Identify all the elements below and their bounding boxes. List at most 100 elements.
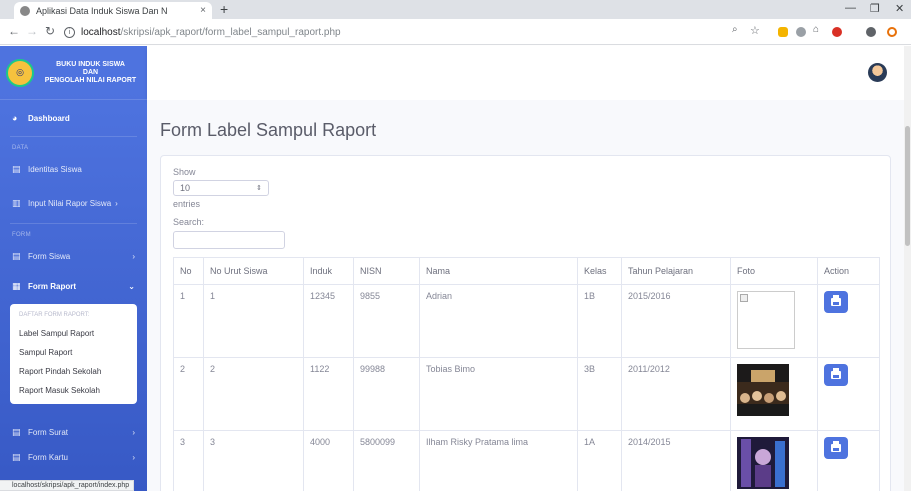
page-scrollbar[interactable] [904,46,911,491]
sidebar-item-form-siswa[interactable]: ▤ Form Siswa › [0,242,147,270]
cell-kelas: 1A [577,430,622,491]
dashboard-icon: ◕ [12,113,18,123]
brand-logo-icon: ◎ [6,58,34,87]
sidebar-heading: FORM [12,232,31,238]
extension-icon[interactable] [796,27,806,37]
entries-select[interactable]: 10 ⇕ [173,180,269,196]
print-button[interactable] [824,364,848,386]
column-header-kelas[interactable]: Kelas [577,257,622,285]
cell-no: 3 [173,430,204,491]
chevron-right-icon: › [132,427,135,437]
table-icon: ▤ [12,163,21,174]
cell-tahun: 2011/2012 [621,357,731,431]
forward-icon[interactable]: → [26,24,38,38]
sidebar-item-form-kartu[interactable]: ▤ Form Kartu › [0,446,147,468]
data-table: No No Urut Siswa Induk NISN Nama Kelas T… [173,257,880,491]
cell-induk: 1122 [303,357,354,431]
cell-kelas: 1B [577,284,622,358]
sidebar-item-label: Form Surat [28,427,69,437]
submenu-item-sampul[interactable]: Sampul Raport [10,343,137,362]
reload-icon[interactable]: ↻ [45,24,55,38]
table-header-row: No No Urut Siswa Induk NISN Nama Kelas T… [173,257,880,285]
site-info-icon[interactable]: i [64,26,75,38]
select-arrows-icon: ⇕ [256,185,262,192]
column-header-nisn[interactable]: NISN [353,257,420,285]
page-title: Form Label Sampul Raport [160,120,377,140]
cell-tahun: 2014/2015 [621,430,731,491]
url-path: /skripsi/apk_raport/form_label_sampul_ra… [120,26,341,38]
extension-icon[interactable] [778,27,788,37]
scrollbar-thumb[interactable] [905,126,910,246]
column-header-no-urut[interactable]: No Urut Siswa [203,257,304,285]
chevron-right-icon: › [132,251,135,261]
sidebar-item-label: Form Kartu [28,452,69,462]
search-label: Search: [173,217,205,227]
cell-induk: 4000 [303,430,354,491]
datatable-controls: Show 10 ⇕ entries Search: [173,166,285,249]
entries-value: 10 [180,183,191,193]
topbar [147,46,904,100]
new-tab-button[interactable]: + [220,1,228,17]
url-bar[interactable]: i localhost/skripsi/apk_raport/form_labe… [64,23,729,41]
column-header-induk[interactable]: Induk [303,257,354,285]
back-icon[interactable]: ← [8,24,20,38]
broken-image-icon [737,291,795,349]
sidebar-brand[interactable]: ◎ BUKU INDUK SISWA DAN PENGOLAH NILAI RA… [0,46,147,100]
print-button[interactable] [824,291,848,313]
cell-foto [730,284,818,358]
sidebar: ◎ BUKU INDUK SISWA DAN PENGOLAH NILAI RA… [0,46,147,491]
sidebar-item-input-nilai[interactable]: ▥ Input Nilai Rapor Siswa › [0,183,147,223]
cell-action [817,357,880,431]
student-photo [737,364,789,416]
minimize-icon[interactable]: — [845,2,856,14]
favicon-icon [20,5,30,16]
bookmark-star-icon[interactable]: ☆ [750,24,760,37]
extension-icon[interactable] [832,27,842,37]
submenu-item-masuk-sekolah[interactable]: Raport Masuk Sekolah [10,381,137,400]
browser-tab[interactable]: Aplikasi Data Induk Siswa Dan N × [14,2,212,19]
cell-nama: Ilham Risky Pratama lima [419,430,578,491]
tab-title: Aplikasi Data Induk Siswa Dan N [36,5,168,16]
sidebar-item-dashboard[interactable]: ◕ Dashboard [0,100,147,136]
sidebar-item-form-surat[interactable]: ▤ Form Surat › [0,418,147,446]
column-header-nama[interactable]: Nama [419,257,578,285]
entries-label: entries [173,199,201,209]
sidebar-item-form-raport[interactable]: ▦ Form Raport ⌄ [0,270,147,302]
sidebar-item-identitas[interactable]: ▤ Identitas Siswa [0,155,147,183]
print-button[interactable] [824,437,848,459]
main-content: Form Label Sampul Raport Show 10 ⇕ entri… [147,100,904,491]
home-icon[interactable]: ⌂ [813,24,819,35]
table-icon: ▦ [12,280,21,291]
printer-icon [831,295,841,306]
column-header-action[interactable]: Action [817,257,880,285]
opera-icon[interactable] [887,27,897,37]
cell-action [817,430,880,491]
submenu-item-pindah-sekolah[interactable]: Raport Pindah Sekolah [10,362,137,381]
table-row: 1 1 12345 9855 Adrian 1B 2015/2016 [173,284,880,358]
close-window-icon[interactable]: ✕ [895,2,904,15]
sidebar-item-label: Form Siswa [28,251,71,261]
printer-icon [831,368,841,379]
submenu-header: DAFTAR FORM RAPORT: [19,312,90,318]
maximize-icon[interactable]: ❐ [870,2,880,15]
sidebar-item-label: Dashboard [28,113,70,123]
cell-no-urut: 3 [203,430,304,491]
table-row: 3 3 4000 5800099 Ilham Risky Pratama lim… [173,430,880,491]
zoom-icon[interactable]: ⌕ [732,24,738,35]
cell-induk: 12345 [303,284,354,358]
table-row: 2 2 1122 99988 Tobias Bimo 3B 2011/2012 [173,357,880,431]
profile-icon[interactable] [866,27,876,37]
column-header-no[interactable]: No [173,257,204,285]
column-header-tahun[interactable]: Tahun Pelajaran [621,257,731,285]
avatar[interactable] [868,63,887,82]
cell-nama: Tobias Bimo [419,357,578,431]
cell-nisn: 5800099 [353,430,420,491]
cell-no-urut: 1 [203,284,304,358]
cell-action [817,284,880,358]
tab-close-icon[interactable]: × [200,5,206,16]
search-input[interactable] [173,231,285,249]
column-header-foto[interactable]: Foto [730,257,818,285]
brand-line: DAN [82,68,99,76]
submenu-item-label-sampul[interactable]: Label Sampul Raport [10,324,137,343]
url-host: localhost [81,26,121,38]
